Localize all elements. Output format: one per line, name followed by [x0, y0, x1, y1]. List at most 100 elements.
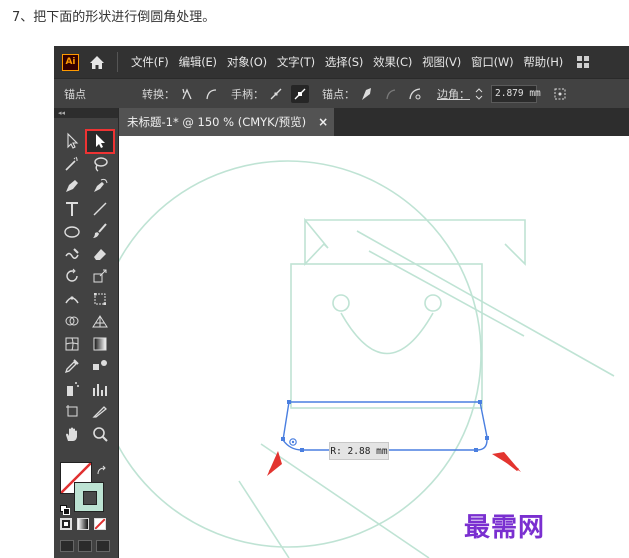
hide-handles-icon[interactable] [291, 85, 309, 103]
corner-radius-input[interactable]: 2.879 mm [491, 85, 541, 103]
anchor-point [474, 448, 478, 452]
gradient-tool-icon[interactable] [86, 333, 114, 356]
anchors-label: 锚点： [322, 88, 355, 101]
color-mode-row [60, 518, 106, 530]
perspective-grid-tool-icon[interactable] [86, 310, 114, 333]
free-transform-tool-icon[interactable] [86, 288, 114, 311]
watermark-text: 最需网 [464, 513, 546, 543]
right-red-arrow [492, 452, 521, 472]
slice-tool-icon[interactable] [86, 400, 114, 423]
fill-stroke-swatches [58, 460, 114, 520]
close-icon[interactable]: × [318, 115, 328, 129]
stroke-swatch[interactable] [74, 482, 104, 512]
lower-diagonal-line [260, 443, 430, 558]
symbol-sprayer-tool-icon[interactable] [58, 378, 86, 401]
default-colors-icon[interactable] [60, 500, 70, 515]
menu-edit[interactable]: 编辑(E) [174, 54, 222, 70]
tools-panel: ◂◂ [54, 108, 119, 558]
home-icon[interactable] [87, 52, 107, 72]
menu-help[interactable]: 帮助(H) [518, 54, 568, 70]
eyedropper-tool-icon[interactable] [58, 355, 86, 378]
eraser-tool-icon[interactable] [86, 243, 114, 266]
convert-to-corner-icon[interactable] [178, 85, 196, 103]
handles-label: 手柄： [231, 88, 264, 101]
app-logo: Ai [62, 53, 79, 71]
convert-to-smooth-icon[interactable] [202, 85, 220, 103]
connect-anchors-icon[interactable] [382, 85, 400, 103]
illustrator-window: Ai 文件(F) 编辑(E) 对象(O) 文字(T) 选择(S) 效果(C) 视… [54, 46, 629, 558]
menu-select[interactable]: 选择(S) [320, 54, 368, 70]
pen-tool-icon[interactable] [58, 175, 86, 198]
type-tool-icon[interactable] [58, 198, 86, 221]
curvature-tool-icon[interactable] [86, 175, 114, 198]
document-tab-bar: 未标题-1* @ 150 % (CMYK/预览) × [119, 108, 629, 136]
menu-effect[interactable]: 效果(C) [368, 54, 417, 70]
anchor-panel-label: 锚点 [64, 88, 86, 101]
corner-stepper-icon[interactable] [470, 85, 488, 103]
isolate-selection-icon[interactable] [551, 85, 569, 103]
ellipse-tool-icon[interactable] [58, 220, 86, 243]
artwork [119, 160, 615, 558]
gradient-mode-icon[interactable] [77, 518, 89, 530]
artboard-canvas[interactable]: R: 2.88 mm [119, 136, 629, 558]
anchor-point [281, 437, 285, 441]
document-tab[interactable]: 未标题-1* @ 150 % (CMYK/预览) × [119, 108, 334, 136]
width-tool-icon[interactable] [58, 288, 86, 311]
left-red-arrow [267, 451, 282, 476]
instruction-text: 7、把下面的形状进行倒圆角处理。 [12, 10, 216, 25]
menu-window[interactable]: 窗口(W) [466, 54, 518, 70]
menu-object[interactable]: 对象(O) [222, 54, 272, 70]
mesh-tool-icon[interactable] [58, 333, 86, 356]
menu-bar: Ai 文件(F) 编辑(E) 对象(O) 文字(T) 选择(S) 效果(C) 视… [54, 46, 629, 78]
left-eye-shape [332, 294, 350, 312]
zoom-tool-icon[interactable] [86, 423, 114, 446]
shaper-tool-icon[interactable] [58, 243, 86, 266]
workspace-grid-icon[interactable] [574, 53, 592, 71]
right-eye-shape [424, 294, 442, 312]
artboard-tool-icon[interactable] [58, 400, 86, 423]
menu-view[interactable]: 视图(V) [417, 54, 466, 70]
top-flap-shape [305, 219, 526, 266]
magic-wand-tool-icon[interactable] [58, 153, 86, 176]
hand-tool-icon[interactable] [58, 423, 86, 446]
draw-behind-icon[interactable] [78, 540, 92, 552]
selection-tool-icon[interactable] [58, 130, 86, 153]
none-mode-icon[interactable] [94, 518, 106, 530]
swap-colors-icon[interactable] [96, 462, 108, 475]
convert-label: 转换： [142, 88, 175, 101]
draw-inside-icon[interactable] [96, 540, 110, 552]
tool-grid [58, 129, 115, 446]
cut-path-icon[interactable] [406, 85, 424, 103]
line-segment-tool-icon[interactable] [86, 198, 114, 221]
remove-anchor-icon[interactable] [358, 85, 376, 103]
outer-circle-shape [119, 160, 482, 548]
menu-file[interactable]: 文件(F) [126, 54, 174, 70]
blend-tool-icon[interactable] [86, 355, 114, 378]
show-handles-icon[interactable] [267, 85, 285, 103]
column-graph-tool-icon[interactable] [86, 378, 114, 401]
draw-mode-row [60, 540, 110, 552]
anchor-point [478, 400, 482, 404]
anchor-point [287, 400, 291, 404]
smile-shape [340, 312, 434, 355]
lower-diagonal-line-2 [238, 480, 290, 558]
menu-divider [117, 52, 118, 72]
shape-builder-tool-icon[interactable] [58, 310, 86, 333]
anchor-point [300, 448, 304, 452]
paintbrush-tool-icon[interactable] [86, 220, 114, 243]
panel-collapse-icon[interactable]: ◂◂ [54, 108, 118, 118]
rotate-tool-icon[interactable] [58, 265, 86, 288]
scale-tool-icon[interactable] [86, 265, 114, 288]
control-bar: 锚点 转换： 手柄： 锚点： 边角： 2.879 mm [54, 78, 629, 109]
upper-diagonal-line [356, 230, 615, 377]
draw-normal-icon[interactable] [60, 540, 74, 552]
left-flap-shape [304, 217, 329, 267]
direct-selection-tool-icon[interactable] [85, 129, 115, 154]
anchor-point [485, 436, 489, 440]
corner-label: 边角： [437, 88, 470, 101]
corner-radius-tooltip: R: 2.88 mm [329, 442, 389, 460]
lasso-tool-icon[interactable] [86, 153, 114, 176]
color-mode-icon[interactable] [60, 518, 72, 530]
document-tab-title: 未标题-1* @ 150 % (CMYK/预览) [127, 115, 307, 129]
menu-type[interactable]: 文字(T) [272, 54, 320, 70]
